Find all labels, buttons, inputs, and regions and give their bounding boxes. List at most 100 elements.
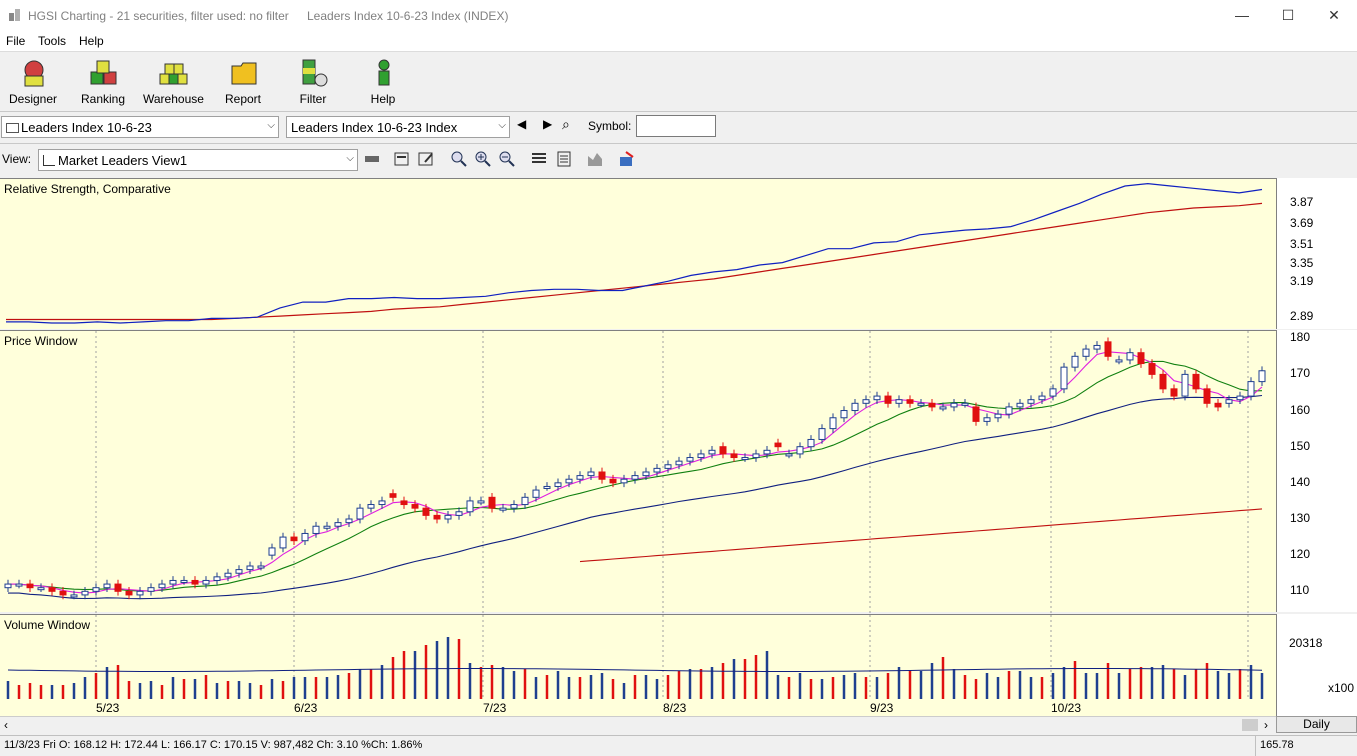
edit-pencil-icon[interactable] bbox=[417, 150, 435, 168]
candle bbox=[1082, 348, 1090, 357]
filter-button[interactable]: Filter bbox=[283, 56, 343, 108]
candle bbox=[1225, 399, 1233, 404]
window-title: HGSI Charting - 21 securities, filter us… bbox=[28, 9, 289, 23]
rs-tick: 3.35 bbox=[1290, 255, 1314, 270]
zoom-out-icon[interactable] bbox=[498, 150, 516, 168]
candle bbox=[961, 402, 969, 406]
candle bbox=[378, 500, 386, 506]
price-tick: 160 bbox=[1290, 402, 1311, 417]
chart-type-icon[interactable] bbox=[586, 150, 604, 168]
candle bbox=[862, 399, 870, 404]
candle bbox=[466, 500, 474, 513]
candle bbox=[1016, 402, 1024, 408]
ranking-icon bbox=[90, 60, 117, 85]
chevron-down-icon: ⌵ bbox=[498, 120, 506, 131]
candle bbox=[1027, 399, 1035, 404]
close-button[interactable]: ✕ bbox=[1311, 0, 1357, 31]
candle bbox=[675, 460, 683, 466]
candle bbox=[389, 493, 397, 498]
candle bbox=[125, 590, 133, 596]
edit-icon[interactable] bbox=[393, 150, 411, 168]
x-tick: 6/23 bbox=[294, 701, 318, 715]
ma-long-line bbox=[579, 508, 1263, 563]
symbol-combo[interactable]: Leaders Index 10-6-23 Index ⌵ bbox=[286, 116, 510, 138]
rs-axis: 3.87 3.69 3.51 3.35 3.19 2.89 bbox=[1276, 178, 1357, 329]
candle bbox=[752, 453, 760, 459]
candle bbox=[840, 410, 848, 419]
crosshair-value: 165.78 bbox=[1260, 739, 1294, 751]
horizontal-scrollbar[interactable]: ‹ › bbox=[0, 716, 1276, 733]
candle bbox=[257, 565, 265, 569]
candle bbox=[499, 507, 507, 511]
candle bbox=[411, 504, 419, 509]
list-combo[interactable]: Leaders Index 10-6-23 ⌵ bbox=[1, 116, 279, 138]
candle bbox=[136, 590, 144, 596]
candle bbox=[15, 583, 23, 587]
candle bbox=[741, 457, 749, 461]
candle bbox=[950, 402, 958, 408]
binoculars-icon[interactable]: ⌕ bbox=[562, 116, 570, 133]
list-icon[interactable] bbox=[530, 150, 548, 168]
candle bbox=[653, 467, 661, 473]
warehouse-button[interactable]: Warehouse bbox=[143, 56, 204, 108]
chevron-down-icon: ⌵ bbox=[267, 120, 275, 131]
candle bbox=[994, 413, 1002, 419]
candle bbox=[1181, 373, 1189, 397]
candle bbox=[598, 471, 606, 480]
view-label: View: bbox=[2, 152, 32, 166]
maximize-button[interactable]: ☐ bbox=[1265, 0, 1311, 31]
candle bbox=[730, 453, 738, 459]
candle bbox=[719, 446, 727, 455]
candle bbox=[1115, 359, 1123, 363]
rs-tick: 3.87 bbox=[1290, 195, 1314, 210]
minimize-button[interactable]: — bbox=[1219, 0, 1265, 31]
settings-icon[interactable] bbox=[363, 150, 381, 168]
candle bbox=[290, 536, 298, 542]
candle bbox=[1137, 352, 1145, 365]
candle bbox=[796, 446, 804, 455]
candle bbox=[1247, 381, 1255, 397]
candle bbox=[37, 587, 45, 591]
volume-unit-label: x100 bbox=[1328, 681, 1355, 695]
help-button[interactable]: Help bbox=[353, 56, 413, 108]
candle bbox=[488, 496, 496, 509]
selector-row: Leaders Index 10-6-23 ⌵ Leaders Index 10… bbox=[0, 111, 1357, 143]
candle bbox=[686, 457, 694, 462]
symbol-input[interactable] bbox=[636, 115, 716, 137]
candle bbox=[818, 428, 826, 440]
view-combo[interactable]: Market Leaders View1 ⌵ bbox=[38, 149, 358, 171]
export-icon[interactable] bbox=[618, 150, 636, 168]
menu-tools[interactable]: Tools bbox=[38, 34, 66, 48]
candle bbox=[1104, 341, 1112, 357]
candle bbox=[444, 514, 452, 520]
view-row: View: Market Leaders View1 ⌵ bbox=[0, 143, 1357, 175]
volume-tick: 20318 bbox=[1289, 636, 1323, 650]
report-button[interactable]: Report bbox=[213, 56, 273, 108]
candle bbox=[609, 478, 617, 484]
candle bbox=[235, 569, 243, 574]
filter-icon bbox=[302, 59, 328, 87]
candle bbox=[246, 565, 254, 571]
menu-help[interactable]: Help bbox=[79, 34, 104, 48]
candle bbox=[26, 583, 34, 589]
search-icon[interactable] bbox=[450, 150, 468, 168]
zoom-in-icon[interactable] bbox=[474, 150, 492, 168]
prev-arrow-icon[interactable]: ◀ bbox=[517, 117, 526, 131]
scrollbar-thumb[interactable] bbox=[1242, 719, 1258, 731]
next-arrow-icon[interactable]: ▶ bbox=[543, 117, 552, 131]
candle bbox=[631, 475, 639, 480]
candle bbox=[1214, 402, 1222, 408]
table-icon[interactable] bbox=[555, 150, 573, 168]
candle bbox=[807, 438, 815, 448]
menu-file[interactable]: File bbox=[6, 34, 25, 48]
candle bbox=[697, 453, 705, 459]
symbol-label: Symbol: bbox=[588, 119, 632, 133]
candle bbox=[455, 511, 463, 516]
price-chart bbox=[4, 331, 1266, 613]
ranking-button[interactable]: Ranking bbox=[73, 56, 133, 108]
scroll-right-icon[interactable]: › bbox=[1264, 718, 1268, 732]
candle bbox=[763, 449, 771, 455]
scroll-left-icon[interactable]: ‹ bbox=[4, 718, 8, 732]
designer-button[interactable]: Designer bbox=[3, 56, 63, 108]
period-button[interactable]: Daily bbox=[1276, 716, 1357, 733]
